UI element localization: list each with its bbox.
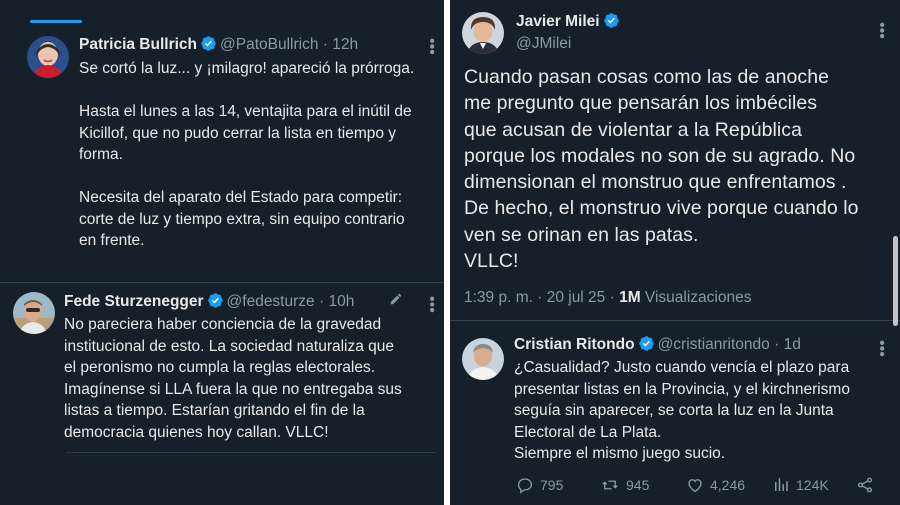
- more-options-icon[interactable]: •••: [423, 38, 440, 55]
- tweet-text: Se cortó la luz... y ¡milagro! apareció …: [79, 60, 415, 249]
- tweet-header: Fede Sturzenegger @fedesturze · 10h: [64, 292, 354, 315]
- share-icon: [857, 477, 873, 493]
- avatar[interactable]: [13, 292, 55, 334]
- repost-button[interactable]: 945: [600, 476, 649, 494]
- views-label: Visualizaciones: [640, 289, 752, 306]
- like-button[interactable]: 4,246: [686, 476, 745, 494]
- like-icon: [688, 479, 702, 493]
- tweet-text: ¿Casualidad? Justo cuando vencía el plaz…: [514, 359, 850, 462]
- author-handle[interactable]: @PatoBullrich: [220, 36, 318, 53]
- repost-count: 945: [626, 477, 650, 493]
- tweet-text: No pareciera haber conciencia de la grav…: [64, 316, 402, 441]
- tweet-meta: 1:39 p. m. · 20 jul 25 · 1M Visualizacio…: [464, 289, 752, 307]
- tweet-text: Cuando pasan cosas como las de anoche me…: [464, 66, 859, 273]
- author-handle[interactable]: @JMilei: [516, 34, 571, 54]
- author-name[interactable]: Cristian Ritondo: [514, 336, 635, 353]
- separator-dot: ·: [322, 36, 328, 53]
- avatar[interactable]: [27, 36, 69, 78]
- tweet-time[interactable]: 10h: [328, 293, 354, 310]
- verified-badge-icon: [207, 292, 224, 315]
- more-options-icon[interactable]: •••: [423, 296, 440, 313]
- tweet-header: Javier Milei: [516, 12, 623, 35]
- author-name[interactable]: Patricia Bullrich: [79, 36, 197, 53]
- right-panel: Javier Milei @JMilei ••• Cuando pasan co…: [450, 0, 900, 505]
- reply-count: 795: [540, 477, 564, 493]
- tweet-header: Patricia Bullrich @PatoBullrich · 12h: [79, 35, 358, 58]
- separator-dot: ·: [318, 293, 325, 310]
- author-name[interactable]: Javier Milei: [516, 13, 600, 30]
- views-icon: [775, 478, 788, 491]
- reply-icon: [517, 478, 533, 494]
- avatar[interactable]: [462, 12, 504, 54]
- divider: [450, 320, 900, 321]
- more-options-icon[interactable]: •••: [873, 340, 890, 357]
- share-button[interactable]: [856, 476, 874, 494]
- avatar[interactable]: [462, 338, 504, 380]
- tweet-header: Cristian Ritondo @cristianritondo · 1d: [514, 335, 801, 358]
- quoted-card-edge: [66, 452, 436, 453]
- separator-dot: ·: [774, 336, 780, 353]
- repost-icon: [602, 480, 618, 490]
- more-options-icon[interactable]: •••: [873, 22, 890, 39]
- edit-pencil-icon: [389, 292, 403, 311]
- author-name[interactable]: Fede Sturzenegger: [64, 293, 204, 310]
- divider: [0, 282, 444, 283]
- views-count[interactable]: 1M: [619, 289, 641, 306]
- tweet-actions: 795 945 4,246 124K: [516, 476, 886, 498]
- views-button[interactable]: 124K: [772, 476, 829, 494]
- verified-badge-icon: [638, 335, 655, 358]
- tweet-time[interactable]: 12h: [332, 36, 358, 53]
- views-count: 124K: [796, 477, 829, 493]
- reply-button[interactable]: 795: [516, 476, 563, 494]
- tweet-timestamp[interactable]: 1:39 p. m. · 20 jul 25 ·: [464, 289, 619, 306]
- tab-indicator: [30, 20, 82, 23]
- verified-badge-icon: [603, 12, 620, 35]
- like-count: 4,246: [710, 477, 746, 493]
- scrollbar[interactable]: [893, 236, 898, 326]
- verified-badge-icon: [200, 35, 217, 58]
- left-panel: Patricia Bullrich @PatoBullrich · 12h •••…: [0, 0, 444, 505]
- author-handle[interactable]: @fedesturze: [227, 293, 315, 310]
- author-handle[interactable]: @cristianritondo: [658, 336, 770, 353]
- tweet-time[interactable]: 1d: [784, 336, 801, 353]
